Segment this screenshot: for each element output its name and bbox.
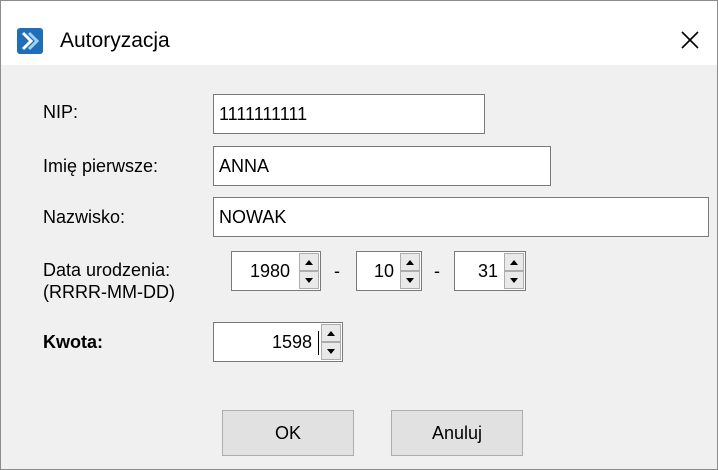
window-title: Autoryzacja (60, 29, 170, 52)
app-logo-icon (17, 28, 43, 54)
birth-month-value: 10 (373, 261, 394, 281)
last-name-input[interactable]: NOWAK (213, 197, 709, 237)
title-bar[interactable]: Autoryzacja (1, 1, 717, 65)
text-cursor (318, 331, 319, 355)
birth-year-value: 1980 (249, 261, 290, 281)
authorization-dialog: Autoryzacja NIP: 1111111111 Imię pierwsz… (0, 0, 718, 470)
spin-up-icon (327, 330, 335, 336)
birth-date-label: Data urodzenia: (43, 260, 171, 280)
spin-up-icon (305, 259, 313, 265)
birth-year-up-button[interactable] (299, 253, 319, 271)
date-separator: - (334, 261, 340, 281)
birth-month-stepper[interactable]: 10 (356, 251, 422, 291)
birth-day-spin-buttons[interactable] (504, 253, 524, 289)
spin-up-icon (406, 259, 414, 265)
amount-stepper[interactable]: 1598 (213, 322, 343, 362)
spin-down-icon (327, 348, 335, 354)
spin-down-icon (510, 277, 518, 283)
birth-month-down-button[interactable] (400, 271, 420, 289)
birth-day-up-button[interactable] (504, 253, 524, 271)
spin-down-icon (406, 277, 414, 283)
birth-day-stepper[interactable]: 31 (454, 251, 526, 291)
birth-day-down-button[interactable] (504, 271, 524, 289)
spin-down-icon (305, 277, 313, 283)
first-name-label: Imię pierwsze: (43, 156, 159, 176)
nip-label: NIP: (43, 102, 79, 122)
amount-value: 1598 (271, 332, 312, 352)
last-name-label: Nazwisko: (43, 207, 126, 227)
date-separator: - (434, 261, 440, 281)
birth-month-spin-buttons[interactable] (400, 253, 420, 289)
spin-up-icon (510, 259, 518, 265)
first-name-input[interactable]: ANNA (213, 146, 551, 186)
birth-date-format-hint: (RRRR-MM-DD) (43, 282, 175, 302)
close-icon (681, 31, 699, 49)
birth-year-spin-buttons[interactable] (299, 253, 319, 289)
nip-input[interactable]: 1111111111 (213, 94, 485, 134)
birth-year-down-button[interactable] (299, 271, 319, 289)
amount-up-button[interactable] (321, 324, 341, 342)
cancel-button[interactable]: Anuluj (391, 410, 523, 456)
birth-month-up-button[interactable] (400, 253, 420, 271)
ok-button[interactable]: OK (222, 410, 354, 456)
birth-day-value: 31 (477, 261, 498, 281)
amount-spin-buttons[interactable] (321, 324, 341, 360)
amount-label: Kwota: (43, 332, 103, 352)
amount-down-button[interactable] (321, 342, 341, 360)
close-button[interactable] (667, 17, 713, 63)
birth-year-stepper[interactable]: 1980 (231, 251, 321, 291)
